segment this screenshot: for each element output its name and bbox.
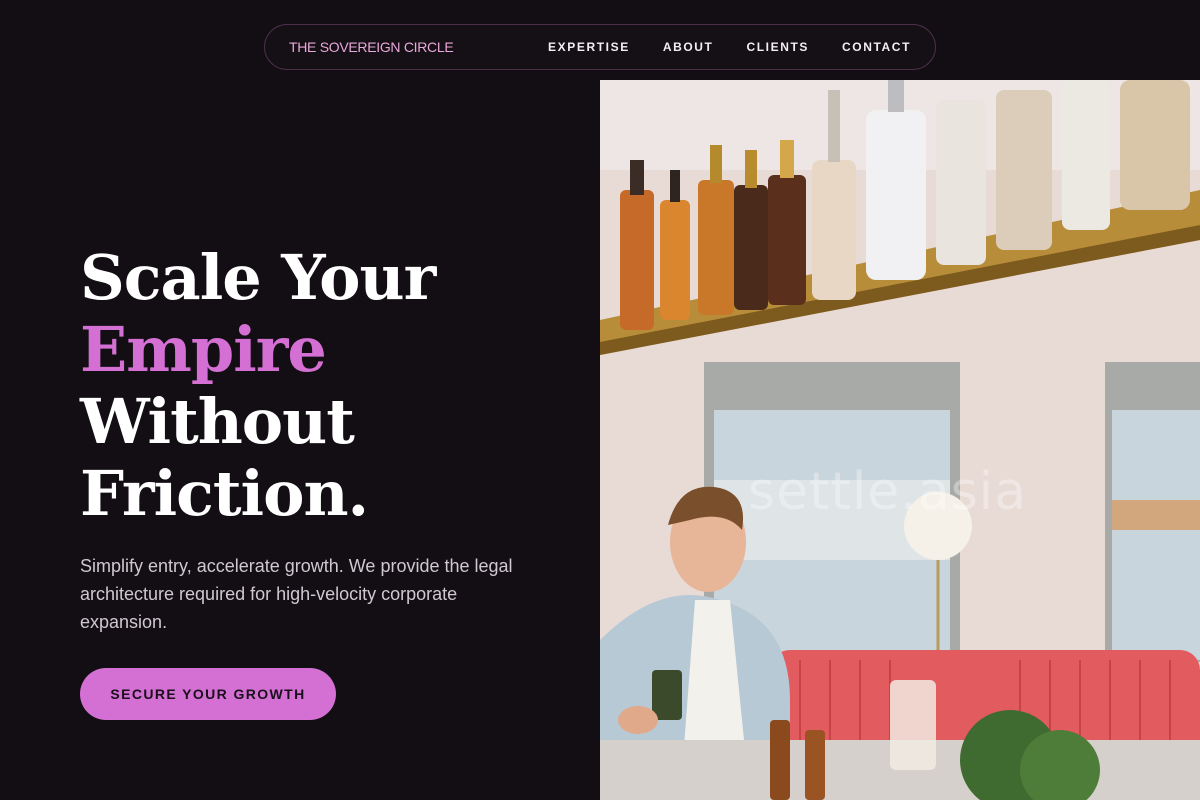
- photo-watermark: settle.asia: [748, 462, 1028, 522]
- hero-title: Scale Your Empire Without Friction.: [80, 241, 436, 530]
- hero-title-accent: Empire: [80, 313, 327, 386]
- hero-photo: [600, 80, 1200, 800]
- brand-logo[interactable]: THE SOVEREIGN CIRCLE: [289, 39, 454, 55]
- nav-link-clients[interactable]: CLIENTS: [746, 40, 809, 54]
- nav-links: EXPERTISE ABOUT CLIENTS CONTACT: [548, 40, 911, 54]
- bar-scene-illustration: [600, 80, 1200, 800]
- hero-title-line-3: Without: [80, 385, 355, 458]
- nav-link-contact[interactable]: CONTACT: [842, 40, 911, 54]
- hero-subtitle: Simplify entry, accelerate growth. We pr…: [80, 556, 513, 632]
- hero-title-line-4: Friction.: [80, 457, 369, 530]
- nav-link-expertise[interactable]: EXPERTISE: [548, 40, 630, 54]
- nav-link-about[interactable]: ABOUT: [663, 40, 714, 54]
- top-navigation: THE SOVEREIGN CIRCLE EXPERTISE ABOUT CLI…: [264, 24, 936, 70]
- hero-title-line-1: Scale Your: [80, 241, 436, 314]
- secure-growth-button[interactable]: SECURE YOUR GROWTH: [80, 668, 336, 720]
